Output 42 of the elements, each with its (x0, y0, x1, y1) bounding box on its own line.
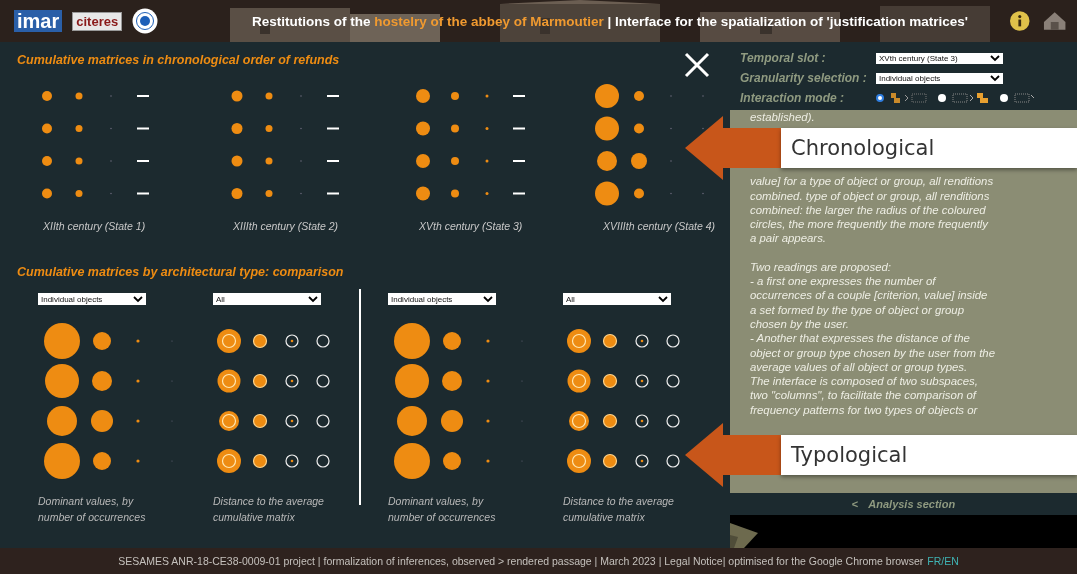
page-title: Restitutions of the hostelry of the abbey of Marmoutier | Interface for the spatialization of 'justification matrices' (251, 13, 969, 29)
matrix-caption: Dominant values, by number of occurrences (38, 494, 147, 525)
description-text: value] for a type of object or group, all renditions combined. type of object or group, all renditions combined: the larger the radius of the coloured circles, the more frequently the more frequently a pair appears. (750, 174, 995, 246)
dropdown[interactable]: Individual objects (388, 293, 496, 305)
mode-icon[interactable] (952, 92, 990, 104)
caret-icon (990, 54, 1000, 62)
dropdown[interactable]: XVth century (State 3) (876, 52, 1003, 64)
section-title: Cumulative matrices by architectural type: comparison (17, 265, 345, 279)
radio-button[interactable] (876, 94, 884, 102)
matrix-caption: Distance to the average cumulative matrix (563, 494, 675, 525)
caret-icon (658, 295, 668, 303)
description-text: established). (750, 110, 816, 125)
field-label: Interaction mode : (740, 91, 845, 105)
dropdown[interactable]: All (563, 293, 671, 305)
description-text: Two readings are proposed: - a first one expresses the number of occurrences of a couple [criterion, value] inside a set formed by the type of object or group chosen by the user. - Another that expresses the distance of the object or group type chosen by the user from the average values of all object or group types. The interface is composed of two subspaces, two "columns", to facilitate the comparison of frequency patterns for two types of objects or (750, 259, 997, 418)
radio-button[interactable] (938, 94, 946, 102)
dropdown[interactable]: Individual objects (38, 293, 146, 305)
caret-icon (990, 74, 1000, 82)
caret-icon (308, 295, 318, 303)
matrix-label: XIIIth century (State 2) (233, 220, 340, 232)
section-title: Cumulative matrices in chronological order of refunds (17, 53, 340, 67)
footer-text: SESAMES ANR-18-CE38-0009-01 project | formalization of inferences, observed > rendered passage | March 2023 | Legal Notice| optimised for the Google Chrome browser (118, 555, 924, 567)
matrix-label: XVth century (State 3) (419, 220, 524, 232)
close-button[interactable] (684, 52, 710, 78)
language-link[interactable]: FR/EN (927, 555, 959, 567)
matrix-caption: Distance to the average cumulative matrix (213, 494, 325, 525)
matrix-label: XVIIIth century (State 4) (603, 220, 717, 232)
field-label: Granularity selection : (740, 71, 868, 85)
matrix-caption: Dominant values, by number of occurrences (388, 494, 497, 525)
logo[interactable]: imar (14, 10, 63, 32)
field-label: Temporal slot : (740, 51, 827, 65)
dropdown[interactable]: All (213, 293, 321, 305)
matrix-label: XIIth century (State 1) (43, 220, 147, 232)
dropdown[interactable]: Individual objects (876, 72, 1003, 84)
arrow-icon (685, 423, 781, 488)
caret-icon (133, 295, 143, 303)
radio-button[interactable] (1000, 94, 1008, 102)
caret-icon (483, 295, 493, 303)
mode-icon[interactable] (890, 92, 928, 104)
callout-label: Typological (781, 435, 1077, 476)
callout-label: Chronological (781, 128, 1077, 169)
info-icon[interactable] (1010, 11, 1030, 31)
